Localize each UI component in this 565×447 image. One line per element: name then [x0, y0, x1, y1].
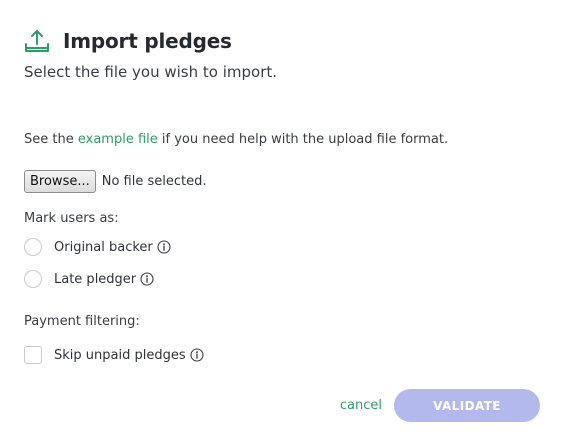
dialog-header: Import pledges: [23, 27, 232, 55]
browse-button[interactable]: Browse...: [24, 170, 96, 193]
radio-original-backer[interactable]: Original backer: [24, 238, 171, 256]
file-status: No file selected.: [101, 174, 207, 189]
radio-button[interactable]: [24, 270, 42, 288]
checkbox-skip-unpaid[interactable]: Skip unpaid pledges: [24, 346, 204, 364]
radio-button[interactable]: [24, 238, 42, 256]
info-icon[interactable]: [140, 272, 154, 286]
help-text-suffix: if you need help with the upload file fo…: [157, 132, 449, 147]
dialog-footer: cancel VALIDATE: [340, 389, 540, 422]
option-label: Original backer: [54, 239, 153, 255]
option-label: Skip unpaid pledges: [54, 347, 186, 363]
upload-icon: [25, 30, 49, 52]
info-icon[interactable]: [157, 240, 171, 254]
dialog-subtitle: Select the file you wish to import.: [24, 63, 278, 81]
payment-filtering-label: Payment filtering:: [24, 314, 140, 329]
checkbox[interactable]: [24, 346, 42, 364]
example-file-link[interactable]: example file: [78, 132, 158, 147]
file-input: Browse... No file selected.: [24, 170, 206, 193]
info-icon[interactable]: [190, 348, 204, 362]
mark-users-label: Mark users as:: [24, 211, 119, 226]
cancel-link[interactable]: cancel: [340, 398, 382, 413]
dialog-title: Import pledges: [63, 29, 232, 53]
radio-late-pledger[interactable]: Late pledger: [24, 270, 154, 288]
help-text: See the example file if you need help wi…: [24, 132, 448, 147]
help-text-prefix: See the: [24, 132, 78, 147]
validate-button[interactable]: VALIDATE: [394, 389, 540, 422]
option-label: Late pledger: [54, 271, 137, 287]
import-pledges-dialog: Import pledges Select the file you wish …: [0, 0, 565, 447]
